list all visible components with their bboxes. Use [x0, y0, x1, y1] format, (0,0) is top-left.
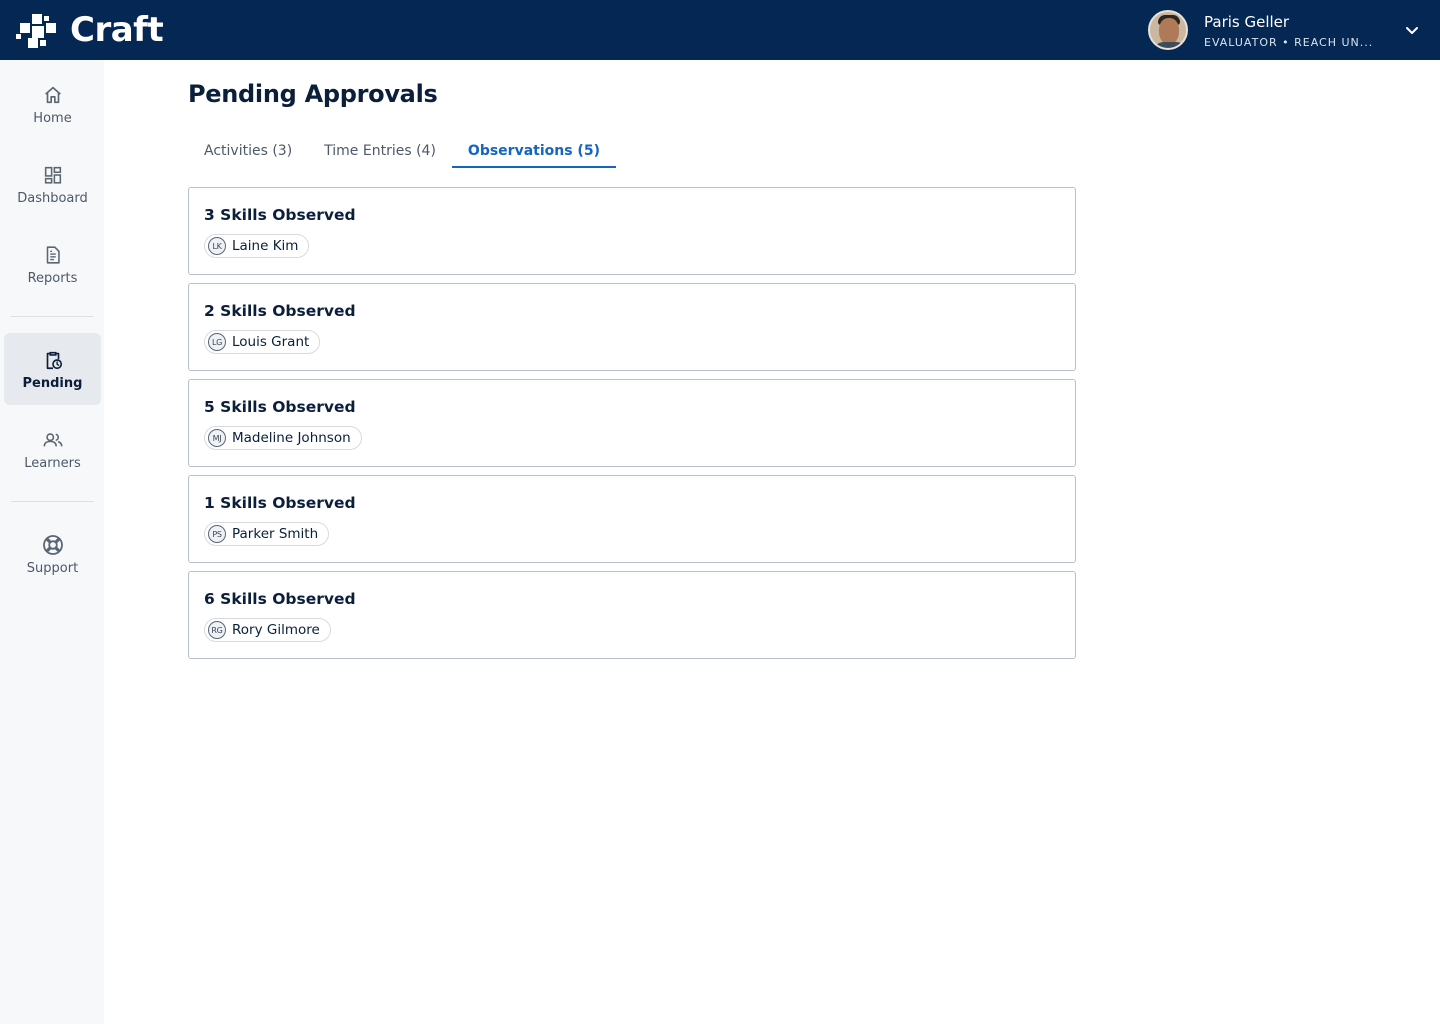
home-icon — [42, 83, 64, 107]
top-bar: Craft Paris Geller EVALUATOR • REACH UN.… — [0, 0, 1440, 60]
sidebar-item-label: Home — [33, 110, 72, 126]
learner-chip[interactable]: LG Louis Grant — [204, 330, 321, 354]
craft-logo-icon — [16, 14, 56, 48]
learner-name: Madeline Johnson — [232, 430, 351, 446]
learner-avatar: PS — [208, 525, 226, 543]
chevron-down-icon[interactable] — [1384, 23, 1440, 37]
user-role: EVALUATOR • REACH UN... — [1204, 35, 1374, 49]
user-avatar[interactable] — [1148, 10, 1188, 50]
observation-card[interactable]: 3 Skills Observed LK Laine Kim — [188, 187, 1076, 275]
sidebar-item-label: Learners — [24, 455, 81, 471]
page-title: Pending Approvals — [188, 80, 438, 108]
learner-name: Louis Grant — [232, 334, 310, 350]
sidebar: Home Dashboard Reports Pending Learners … — [0, 60, 104, 1024]
sidebar-item-label: Reports — [27, 270, 78, 286]
sidebar-item-learners[interactable]: Learners — [4, 413, 101, 485]
sidebar-item-home[interactable]: Home — [4, 68, 101, 140]
learner-avatar: MJ — [208, 429, 226, 447]
sidebar-item-support[interactable]: Support — [4, 518, 101, 590]
approval-tabs: Activities (3) Time Entries (4) Observat… — [188, 134, 617, 168]
learner-avatar: LG — [208, 333, 226, 351]
learner-avatar: LK — [208, 237, 226, 255]
sidebar-divider — [11, 501, 94, 502]
learner-avatar: RG — [208, 621, 226, 639]
observation-card[interactable]: 1 Skills Observed PS Parker Smith — [188, 475, 1076, 563]
app-name: Craft — [70, 10, 164, 50]
observation-title: 1 Skills Observed — [204, 494, 356, 512]
craft-logo[interactable]: Craft — [16, 0, 164, 60]
sidebar-item-dashboard[interactable]: Dashboard — [4, 148, 101, 220]
support-icon — [41, 533, 65, 557]
learners-icon — [41, 428, 65, 452]
observation-title: 3 Skills Observed — [204, 206, 356, 224]
sidebar-divider — [11, 316, 94, 317]
sidebar-item-reports[interactable]: Reports — [4, 228, 101, 300]
observation-card[interactable]: 2 Skills Observed LG Louis Grant — [188, 283, 1076, 371]
learner-name: Laine Kim — [232, 238, 299, 254]
tab-activities[interactable]: Activities (3) — [188, 134, 308, 168]
learner-name: Parker Smith — [232, 526, 319, 542]
learner-chip[interactable]: PS Parker Smith — [204, 522, 330, 546]
user-menu[interactable]: Paris Geller EVALUATOR • REACH UN... — [1148, 0, 1440, 60]
learner-chip[interactable]: LK Laine Kim — [204, 234, 310, 258]
dashboard-icon — [42, 163, 64, 187]
learner-chip[interactable]: RG Rory Gilmore — [204, 618, 331, 642]
tab-observations[interactable]: Observations (5) — [451, 134, 617, 168]
sidebar-item-pending[interactable]: Pending — [4, 333, 101, 405]
pending-icon — [42, 348, 64, 372]
observation-card[interactable]: 5 Skills Observed MJ Madeline Johnson — [188, 379, 1076, 467]
sidebar-item-label: Pending — [22, 375, 83, 391]
tab-time-entries[interactable]: Time Entries (4) — [308, 134, 452, 168]
observation-title: 2 Skills Observed — [204, 302, 356, 320]
observation-title: 6 Skills Observed — [204, 590, 356, 608]
observation-card[interactable]: 6 Skills Observed RG Rory Gilmore — [188, 571, 1076, 659]
learner-name: Rory Gilmore — [232, 622, 320, 638]
reports-icon — [42, 243, 64, 267]
sidebar-item-label: Dashboard — [17, 190, 88, 206]
sidebar-item-label: Support — [26, 560, 79, 576]
observation-list: 3 Skills Observed LK Laine Kim 2 Skills … — [188, 187, 1076, 667]
learner-chip[interactable]: MJ Madeline Johnson — [204, 426, 362, 450]
user-name: Paris Geller — [1204, 12, 1290, 31]
observation-title: 5 Skills Observed — [204, 398, 356, 416]
